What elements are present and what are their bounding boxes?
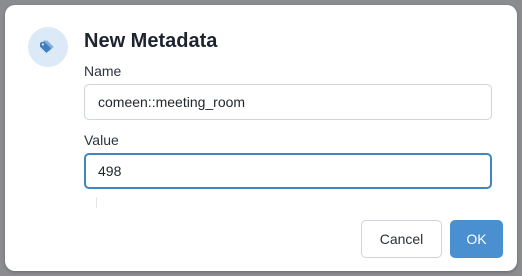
tag-icon	[40, 40, 54, 53]
divider	[96, 197, 97, 208]
value-label: Value	[84, 132, 119, 148]
ok-button[interactable]: OK	[450, 220, 503, 258]
cancel-button[interactable]: Cancel	[361, 220, 442, 258]
new-metadata-dialog: New Metadata Name Value Cancel OK	[5, 5, 517, 271]
dialog-title: New Metadata	[84, 30, 218, 52]
value-input[interactable]	[84, 153, 492, 189]
name-label: Name	[84, 63, 122, 79]
name-input[interactable]	[84, 84, 492, 120]
tag-icon-badge	[28, 27, 68, 67]
